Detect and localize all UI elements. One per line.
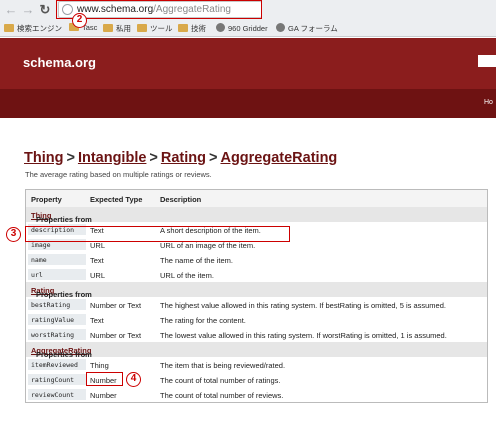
property-type[interactable]: Text [90, 316, 104, 325]
breadcrumb-intangible[interactable]: Intangible [78, 150, 146, 166]
callout-3: 3 [6, 227, 21, 242]
bookmark-item[interactable]: 技術 [178, 23, 206, 34]
folder-icon [4, 24, 14, 32]
table-row: worstRating Number or Text The lowest va… [26, 327, 487, 342]
properties-table: Property Expected Type Description Prope… [25, 189, 488, 403]
breadcrumb-rating[interactable]: Rating [161, 150, 206, 166]
forward-arrow-icon[interactable]: → [21, 3, 35, 17]
property-cell: worstRating [28, 329, 86, 340]
property-type[interactable]: Number [90, 391, 117, 400]
site-logo[interactable]: schema.org [23, 55, 96, 70]
header-expected-type: Expected Type [90, 195, 143, 204]
table-row: ratingValue Text The rating for the cont… [26, 312, 487, 327]
property-cell: url [28, 269, 86, 280]
table-row: name Text The name of the item. [26, 252, 487, 267]
breadcrumb: Thing > Intangible > Rating > AggregateRating [24, 150, 337, 166]
table-row: url URL URL of the item. [26, 267, 487, 282]
description-row-highlight-box [25, 226, 290, 242]
property-type[interactable]: URL [90, 271, 105, 280]
property-name[interactable]: itemReviewed [31, 361, 78, 369]
bookmark-label: ツール [150, 24, 173, 33]
extension-icon [276, 23, 285, 32]
address-highlight-box [56, 0, 262, 19]
extension-icon [216, 23, 225, 32]
property-type[interactable]: Number or Text [90, 331, 141, 340]
property-description: The count of total number of reviews. [160, 391, 284, 400]
property-name[interactable]: image [31, 241, 51, 249]
nav-home-link[interactable]: Ho [484, 99, 493, 106]
property-cell: bestRating [28, 299, 86, 310]
section-header: Properties from Rating [26, 282, 487, 299]
property-type[interactable]: Thing [90, 361, 109, 370]
property-cell: ratingValue [28, 314, 86, 325]
property-description: URL of the item. [160, 271, 214, 280]
site-header: schema.org [0, 38, 496, 89]
breadcrumb-thing[interactable]: Thing [24, 150, 63, 166]
bookmark-label: 技術 [191, 24, 206, 33]
callout-4: 4 [126, 372, 141, 387]
table-header: Property Expected Type Description [26, 190, 487, 207]
breadcrumb-separator: > [149, 150, 158, 166]
table-row: reviewCount Number The count of total nu… [26, 387, 487, 402]
property-cell: reviewCount [28, 389, 86, 400]
table-row: itemReviewed Thing The item that is bein… [26, 357, 487, 372]
property-name[interactable]: reviewCount [31, 391, 74, 399]
property-name[interactable]: ratingValue [31, 316, 74, 324]
property-description: The name of the item. [160, 256, 233, 265]
thing-type-highlight-box [86, 372, 123, 386]
section-header: Properties from Thing [26, 207, 487, 224]
property-type[interactable]: Number or Text [90, 301, 141, 310]
table-row: bestRating Number or Text The highest va… [26, 297, 487, 312]
bookmark-item[interactable]: 私用 [103, 23, 131, 34]
property-description: The lowest value allowed in this rating … [160, 331, 447, 340]
property-cell: ratingCount [28, 374, 86, 385]
property-description: The item that is being reviewed/rated. [160, 361, 286, 370]
type-description: The average rating based on multiple rat… [25, 170, 212, 179]
property-cell: name [28, 254, 86, 265]
breadcrumb-separator: > [66, 150, 75, 166]
property-name[interactable]: bestRating [31, 301, 70, 309]
bookmark-item[interactable]: 検索エンジン [4, 23, 62, 34]
bookmark-label: GA フォーラム [288, 24, 338, 33]
header-description: Description [160, 195, 202, 204]
property-description: URL of an image of the item. [160, 241, 256, 250]
breadcrumb-separator: > [209, 150, 218, 166]
bookmark-label: 検索エンジン [17, 24, 62, 33]
folder-icon [178, 24, 188, 32]
section-header: Properties from AggregateRating [26, 342, 487, 359]
search-input[interactable] [478, 55, 496, 67]
property-cell: itemReviewed [28, 359, 86, 370]
back-arrow-icon[interactable]: ← [4, 3, 18, 17]
bookmark-item[interactable]: GA フォーラム [276, 23, 338, 34]
callout-2: 2 [72, 13, 87, 28]
bookmark-label: 960 Gridder [228, 24, 268, 33]
header-property: Property [31, 195, 62, 204]
property-type[interactable]: URL [90, 241, 105, 250]
property-type[interactable]: Text [90, 256, 104, 265]
property-name[interactable]: ratingCount [31, 376, 74, 384]
property-description: The count of total number of ratings. [160, 376, 281, 385]
site-nav: Ho [0, 89, 496, 118]
property-description: The rating for the content. [160, 316, 246, 325]
breadcrumb-aggregaterating[interactable]: AggregateRating [220, 150, 337, 166]
property-description: The highest value allowed in this rating… [160, 301, 446, 310]
bookmark-item[interactable]: ツール [137, 23, 173, 34]
folder-icon [137, 24, 147, 32]
property-name[interactable]: worstRating [31, 331, 74, 339]
property-name[interactable]: url [31, 271, 43, 279]
folder-icon [103, 24, 113, 32]
property-name[interactable]: name [31, 256, 47, 264]
reload-icon[interactable]: ↻ [38, 3, 52, 17]
bookmark-item[interactable]: 960 Gridder [216, 23, 268, 33]
bookmark-label: 私用 [116, 24, 131, 33]
